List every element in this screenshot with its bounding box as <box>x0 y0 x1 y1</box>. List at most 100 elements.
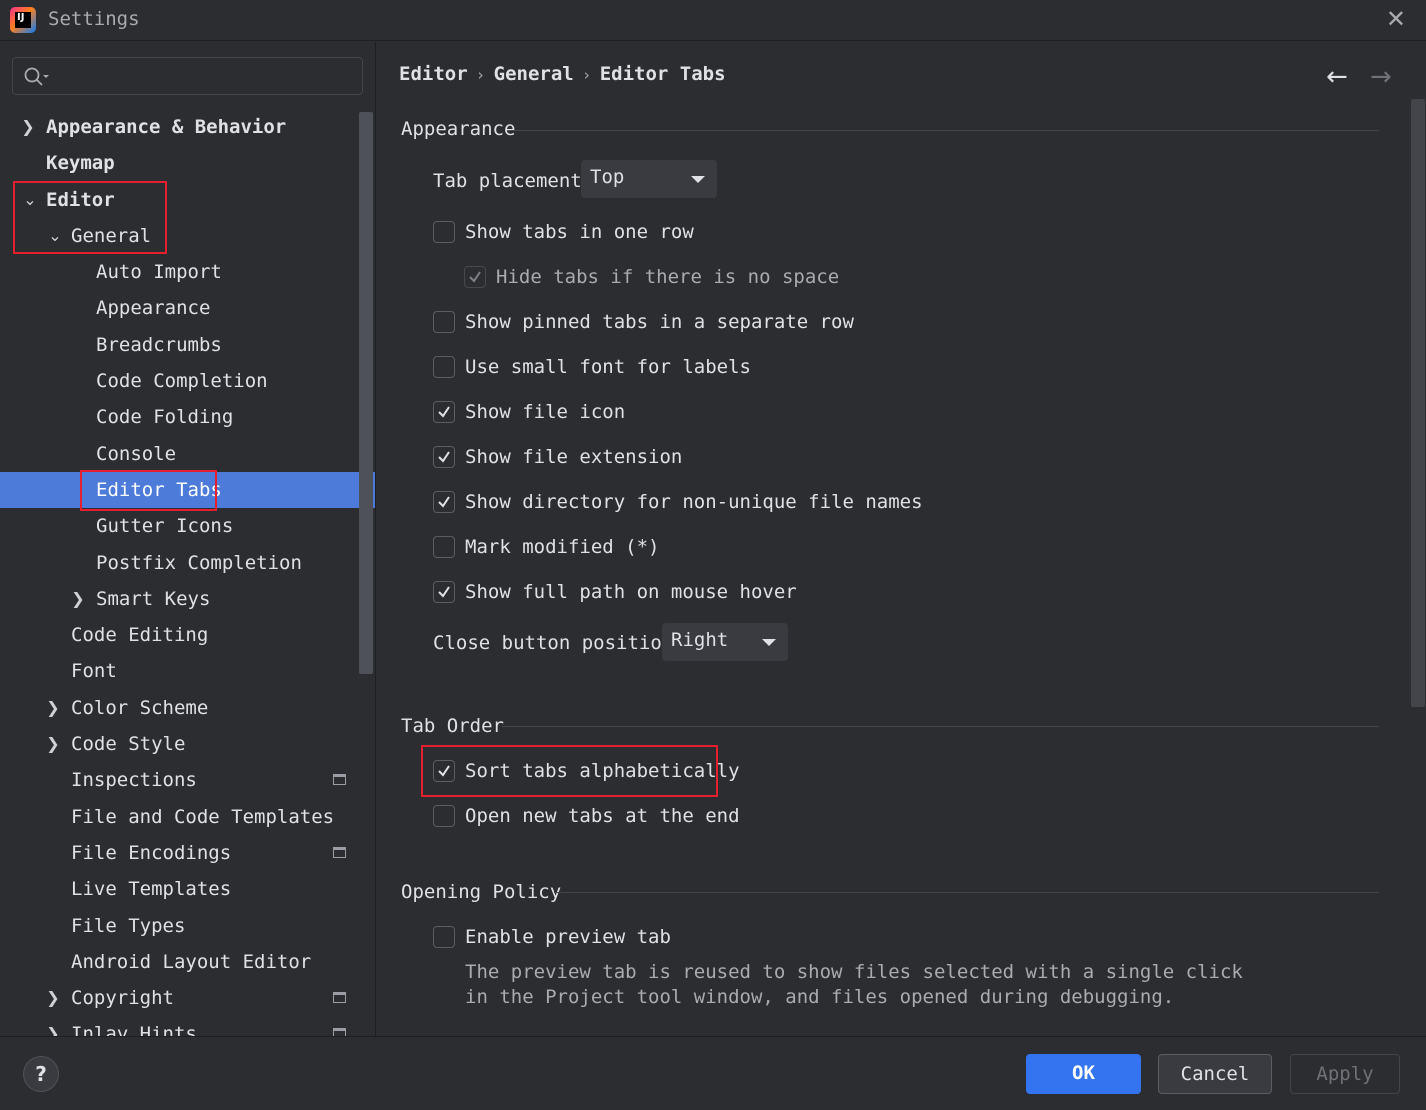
tree-item-label: Console <box>96 442 177 465</box>
tree-item-code-completion[interactable]: Code Completion <box>0 363 375 399</box>
tree-item-code-style[interactable]: ❯ Code Style <box>0 726 375 762</box>
checkbox-label: Show tabs in one row <box>465 221 694 243</box>
tree-item-label: Auto Import <box>96 261 222 284</box>
checkbox[interactable] <box>464 266 486 288</box>
project-scope-icon <box>333 774 346 786</box>
checkbox-label: Open new tabs at the end <box>465 805 740 827</box>
tree-item-code-folding[interactable]: Code Folding <box>0 399 375 435</box>
help-button[interactable]: ? <box>23 1056 59 1092</box>
checkbox-label: Use small font for labels <box>465 356 751 378</box>
tree-item-label: Copyright <box>71 987 174 1010</box>
search-input[interactable] <box>55 62 355 90</box>
chevron-right-icon: ❯ <box>46 988 60 1008</box>
back-arrow-icon[interactable]: ← <box>1326 62 1348 92</box>
checkbox[interactable] <box>433 221 455 243</box>
checkbox-label: Mark modified (*) <box>465 536 660 558</box>
project-scope-icon <box>333 846 346 858</box>
tab-placement-label: Tab placement: <box>433 170 594 192</box>
checkbox-label: Sort tabs alphabetically <box>465 760 740 782</box>
checkbox-label: Show pinned tabs in a separate row <box>465 311 854 333</box>
tree-item-appearance-behavior[interactable]: ❯ Appearance & Behavior <box>0 109 375 145</box>
tree-item-editor[interactable]: ⌄ Editor <box>0 182 375 218</box>
chevron-down-icon: ⌄ <box>23 189 37 209</box>
checkbox[interactable] <box>433 311 455 333</box>
tree-item-label: Appearance & Behavior <box>46 116 287 138</box>
settings-sidebar: ❯ Appearance & Behavior Keymap ⌄ Editor … <box>0 42 375 1036</box>
tree-item-appearance[interactable]: Appearance <box>0 290 375 326</box>
tree-item-auto-import[interactable]: Auto Import <box>0 254 375 290</box>
breadcrumb-item[interactable]: Editor <box>399 63 468 85</box>
tree-item-inlay-hints[interactable]: ❯ Inlay Hints <box>0 1016 375 1036</box>
tree-item-font[interactable]: Font <box>0 653 375 689</box>
checkbox[interactable] <box>433 805 455 827</box>
tree-item-label: Appearance <box>96 297 211 320</box>
tree-item-label: Code Editing <box>71 624 209 647</box>
tree-item-label: Editor <box>46 188 115 211</box>
tree-item-label: File and Code Templates <box>71 805 335 828</box>
tree-item-android-layout-editor[interactable]: Android Layout Editor <box>0 944 375 980</box>
tree-item-copyright[interactable]: ❯ Copyright <box>0 980 375 1016</box>
tree-item-console[interactable]: Console <box>0 436 375 472</box>
content-scrollbar[interactable] <box>1411 99 1425 707</box>
checkbox[interactable] <box>433 446 455 468</box>
tree-item-code-editing[interactable]: Code Editing <box>0 617 375 653</box>
checkbox-label: Enable preview tab <box>465 926 671 948</box>
breadcrumb: Editor › General › Editor Tabs <box>399 63 726 85</box>
forward-arrow-icon[interactable]: → <box>1370 62 1392 92</box>
breadcrumb-separator: › <box>583 66 590 84</box>
tree-item-editor-tabs[interactable]: Editor Tabs <box>0 471 375 509</box>
close-icon[interactable]: ✕ <box>1386 5 1406 33</box>
tree-item-label: Inlay Hints <box>71 1023 197 1036</box>
section-title-opening-policy: Opening Policy <box>401 881 562 903</box>
tree-item-smart-keys[interactable]: ❯ Smart Keys <box>0 581 375 617</box>
chevron-down-icon: ⌄ <box>48 225 62 245</box>
section-title-appearance: Appearance <box>401 118 516 140</box>
tree-item-label: Code Folding <box>96 406 234 429</box>
dropdown-value: Top <box>590 166 625 188</box>
checkbox[interactable] <box>433 760 455 782</box>
tab-placement-dropdown[interactable]: Top <box>581 160 717 198</box>
preview-description-line1: The preview tab is reused to show files … <box>465 961 1243 983</box>
project-scope-icon <box>333 992 346 1004</box>
breadcrumb-item[interactable]: General <box>494 63 574 85</box>
close-button-position-dropdown[interactable]: Right <box>662 623 788 661</box>
tree-item-label: Code Completion <box>96 370 268 393</box>
checkbox[interactable] <box>433 926 455 948</box>
chevron-right-icon: ❯ <box>46 1024 60 1036</box>
tree-item-postfix-completion[interactable]: Postfix Completion <box>0 545 375 581</box>
dropdown-caret-icon <box>762 639 776 646</box>
tree-item-gutter-icons[interactable]: Gutter Icons <box>0 508 375 544</box>
project-scope-icon <box>333 1028 346 1036</box>
tree-item-file-code-templates[interactable]: File and Code Templates <box>0 799 375 835</box>
search-field[interactable] <box>12 57 363 95</box>
tree-item-label: Breadcrumbs <box>96 333 222 356</box>
tree-item-file-types[interactable]: File Types <box>0 908 375 944</box>
apply-button[interactable]: Apply <box>1290 1054 1400 1094</box>
tree-item-label: Inspections <box>71 769 197 792</box>
checkbox-label: Show file extension <box>465 446 683 468</box>
checkbox-label: Show directory for non-unique file names <box>465 491 923 513</box>
checkbox[interactable] <box>433 536 455 558</box>
checkbox[interactable] <box>433 401 455 423</box>
section-title-tab-order: Tab Order <box>401 715 504 737</box>
tree-item-live-templates[interactable]: Live Templates <box>0 871 375 907</box>
breadcrumb-separator: › <box>477 66 484 84</box>
checkbox-label: Hide tabs if there is no space <box>496 266 840 288</box>
ok-button[interactable]: OK <box>1026 1054 1141 1094</box>
tree-item-label: Gutter Icons <box>96 515 234 538</box>
tree-item-keymap[interactable]: Keymap <box>0 145 375 181</box>
checkmark-icon <box>438 406 450 418</box>
sidebar-scrollbar[interactable] <box>359 112 373 674</box>
tree-item-general[interactable]: ⌄ General <box>0 218 375 254</box>
checkbox[interactable] <box>433 356 455 378</box>
tree-item-color-scheme[interactable]: ❯ Color Scheme <box>0 690 375 726</box>
tree-item-file-encodings[interactable]: File Encodings <box>0 835 375 871</box>
cancel-button[interactable]: Cancel <box>1158 1054 1272 1094</box>
checkbox[interactable] <box>433 491 455 513</box>
tree-item-inspections[interactable]: Inspections <box>0 762 375 798</box>
tree-item-breadcrumbs[interactable]: Breadcrumbs <box>0 327 375 363</box>
checkbox[interactable] <box>433 581 455 603</box>
breadcrumb-item: Editor Tabs <box>599 63 726 85</box>
chevron-right-icon: ❯ <box>21 117 35 136</box>
dropdown-value: Right <box>671 629 729 651</box>
